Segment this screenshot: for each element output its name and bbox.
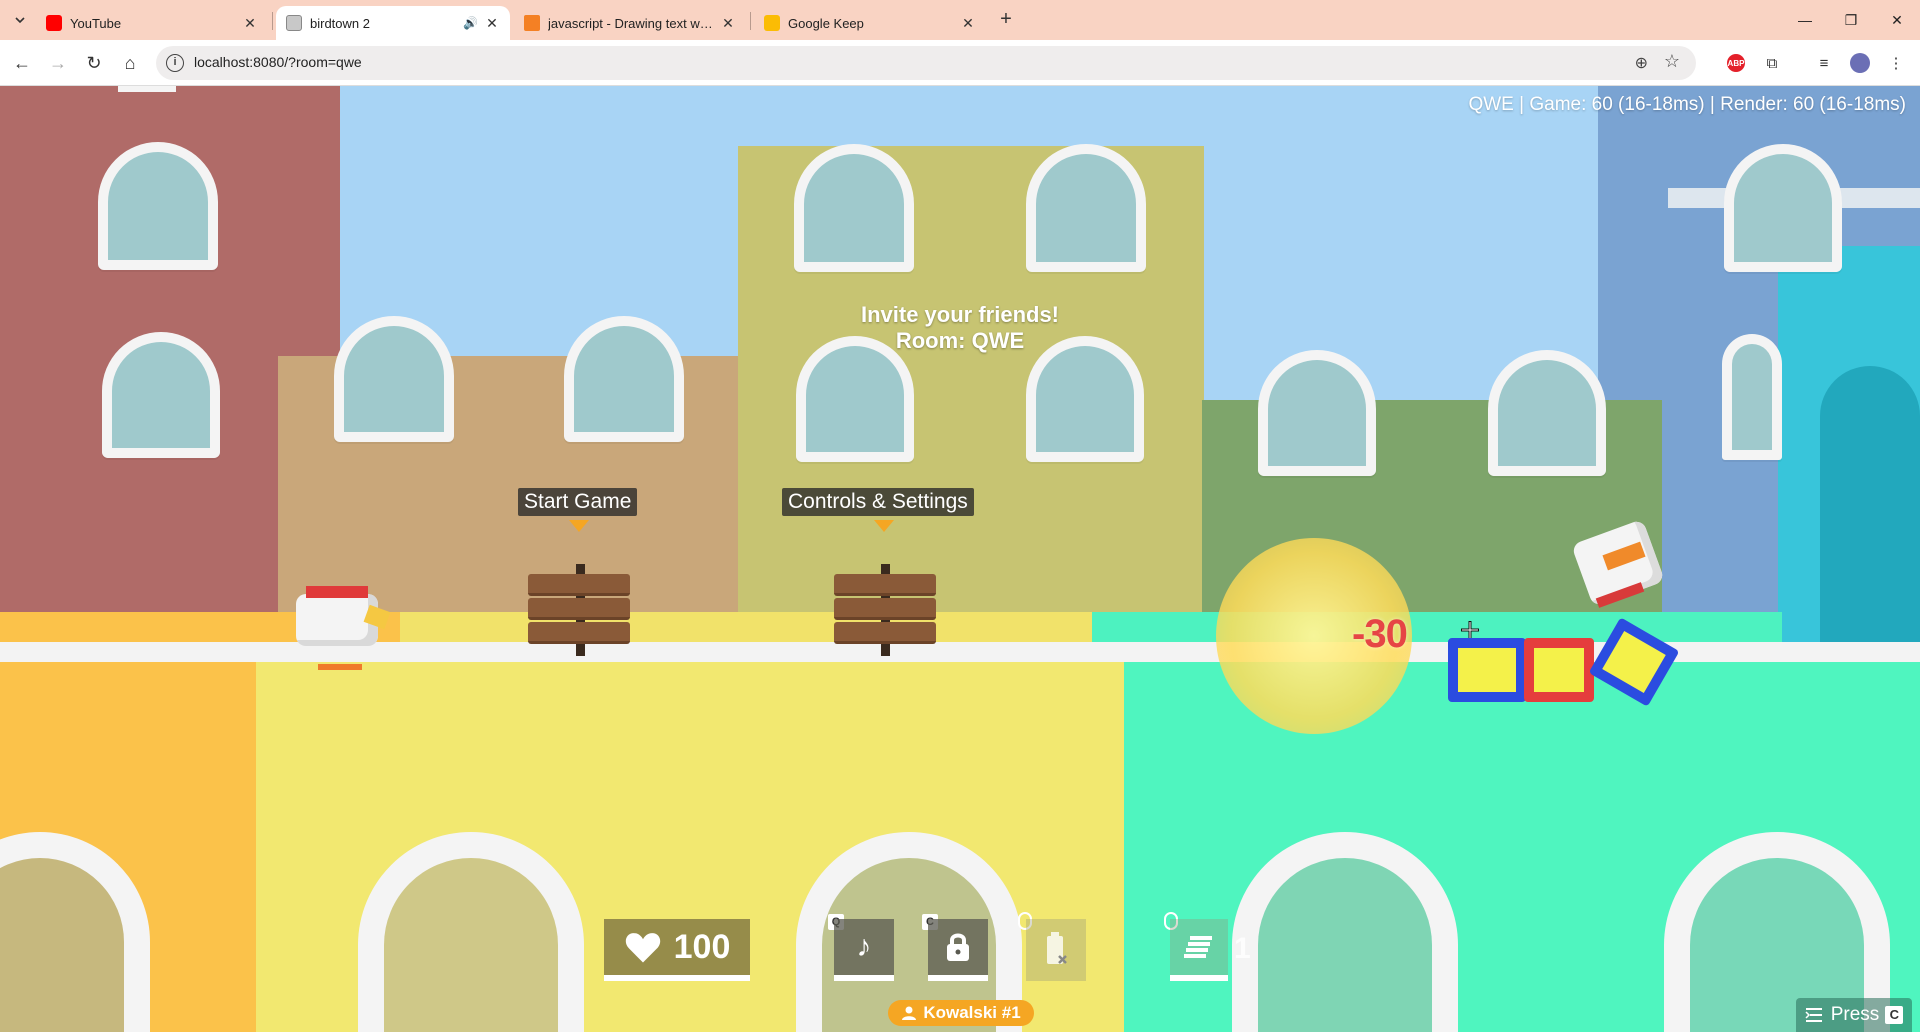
player-name-tag: Kowalski #1 bbox=[888, 1000, 1034, 1026]
tab-search-button[interactable] bbox=[8, 8, 32, 32]
tab-title: YouTube bbox=[70, 15, 122, 31]
battery-slot bbox=[1026, 919, 1086, 981]
close-icon[interactable]: ✕ bbox=[720, 15, 736, 31]
tab-stackoverflow[interactable]: javascript - Drawing text with a ✕ bbox=[514, 6, 746, 40]
crosshair-icon bbox=[1460, 620, 1480, 640]
zoom-icon[interactable]: ⊕ bbox=[1635, 53, 1648, 73]
damage-number: -30 bbox=[1352, 612, 1408, 656]
heart-icon bbox=[625, 933, 660, 963]
url-text: localhost:8080/?room=qwe bbox=[194, 54, 362, 70]
bookmark-star-icon[interactable]: ☆ bbox=[1664, 51, 1680, 72]
player-bird-feet bbox=[318, 664, 362, 670]
arrow-down-icon bbox=[569, 520, 589, 532]
profile-avatar[interactable] bbox=[1848, 51, 1872, 75]
chevron-down-icon bbox=[15, 17, 25, 24]
game-canvas[interactable]: Invite your friends! Room: QWE Start Gam… bbox=[0, 86, 1920, 1032]
platform-teal bbox=[1092, 612, 1782, 642]
health-value: 100 bbox=[673, 927, 731, 966]
tab-strip: YouTube ✕ birdtown 2 🔊 ✕ javascript - Dr… bbox=[0, 0, 1920, 40]
start-game-sign[interactable] bbox=[528, 622, 630, 644]
start-game-label: Start Game bbox=[518, 488, 638, 516]
window bbox=[98, 142, 218, 270]
controls-settings-label: Controls & Settings bbox=[782, 488, 974, 516]
close-icon[interactable]: ✕ bbox=[484, 15, 500, 31]
weapon-slot bbox=[1170, 919, 1228, 981]
stackoverflow-icon bbox=[524, 15, 540, 31]
start-game-sign[interactable] bbox=[528, 574, 630, 596]
address-bar[interactable]: i localhost:8080/?room=qwe ⊕ ☆ bbox=[156, 46, 1696, 80]
user-icon bbox=[902, 1006, 917, 1020]
menu-kebab-icon[interactable]: ⋮ bbox=[1884, 51, 1908, 75]
media-controls-icon[interactable]: ≡ bbox=[1812, 51, 1836, 75]
window bbox=[1258, 350, 1376, 476]
player-bird-crest bbox=[306, 586, 368, 598]
invite-line-1: Invite your friends! bbox=[860, 302, 1060, 327]
building-cyan-arch bbox=[1820, 366, 1920, 666]
window bbox=[1026, 144, 1146, 272]
window bbox=[1026, 336, 1144, 462]
browser-toolbar: ← → ↻ ⌂ i localhost:8080/?room=qwe ⊕ ☆ A… bbox=[0, 40, 1920, 86]
forward-button[interactable]: → bbox=[44, 49, 72, 77]
window bbox=[564, 316, 684, 442]
window bbox=[334, 316, 454, 442]
birdtown-icon bbox=[286, 15, 302, 31]
minimize-button[interactable]: — bbox=[1782, 0, 1828, 40]
speaker-icon[interactable]: 🔊 bbox=[463, 16, 478, 30]
lock-icon bbox=[947, 933, 969, 961]
tab-birdtown[interactable]: birdtown 2 🔊 ✕ bbox=[276, 6, 510, 40]
fps-stats: QWE | Game: 60 (16-18ms) | Render: 60 (1… bbox=[1468, 94, 1906, 115]
reload-button[interactable]: ↻ bbox=[80, 49, 108, 77]
back-button[interactable]: ← bbox=[8, 49, 36, 77]
controls-settings-sign[interactable] bbox=[834, 574, 936, 596]
crate-red bbox=[1524, 638, 1594, 702]
window bbox=[794, 144, 914, 272]
window bbox=[796, 336, 914, 462]
tab-separator bbox=[272, 12, 273, 30]
press-label: Press bbox=[1830, 1004, 1880, 1025]
arrow-down-icon bbox=[874, 520, 894, 532]
close-icon[interactable]: ✕ bbox=[242, 15, 258, 31]
press-key: C bbox=[1885, 1006, 1904, 1024]
controls-settings-sign[interactable] bbox=[834, 622, 936, 644]
pointer-lock-button[interactable] bbox=[928, 919, 988, 981]
music-toggle-button[interactable]: ♪ bbox=[834, 919, 894, 981]
extensions-icon[interactable]: ⧉ bbox=[1760, 51, 1784, 75]
window bbox=[102, 332, 220, 458]
platform-yellow bbox=[400, 612, 1092, 642]
home-button[interactable]: ⌂ bbox=[116, 49, 144, 77]
google-keep-icon bbox=[764, 15, 780, 31]
site-info-icon[interactable]: i bbox=[166, 54, 184, 72]
building-ledge bbox=[118, 86, 176, 92]
tab-title: Google Keep bbox=[788, 15, 864, 31]
music-note-icon: ♪ bbox=[856, 930, 872, 963]
invite-text: Invite your friends! Room: QWE bbox=[820, 302, 1100, 354]
window bbox=[1724, 144, 1842, 272]
tab-google-keep[interactable]: Google Keep ✕ bbox=[754, 6, 986, 40]
health-display: 100 bbox=[604, 919, 750, 981]
close-window-button[interactable]: ✕ bbox=[1874, 0, 1920, 40]
ammo-icon bbox=[1184, 936, 1212, 958]
window bbox=[1488, 350, 1606, 476]
tab-separator bbox=[750, 12, 751, 30]
chat-hint[interactable]: Press C bbox=[1796, 998, 1912, 1032]
window bbox=[1722, 334, 1782, 460]
tab-title: birdtown 2 bbox=[310, 15, 370, 31]
chat-lines-icon bbox=[1805, 1008, 1822, 1022]
close-icon[interactable]: ✕ bbox=[960, 15, 976, 31]
youtube-icon bbox=[46, 15, 62, 31]
tab-title: javascript - Drawing text with a bbox=[548, 15, 714, 31]
start-game-sign[interactable] bbox=[528, 598, 630, 620]
room-code: Room: QWE bbox=[895, 328, 1025, 353]
empty-battery-icon bbox=[1047, 932, 1067, 964]
tab-youtube[interactable]: YouTube ✕ bbox=[36, 6, 268, 40]
player-name: Kowalski #1 bbox=[923, 1003, 1021, 1022]
crate-blue bbox=[1448, 638, 1526, 702]
adblock-icon[interactable]: ABP bbox=[1724, 51, 1748, 75]
ammo-count: 1 bbox=[1234, 932, 1251, 965]
restore-button[interactable]: ❐ bbox=[1828, 0, 1874, 40]
controls-settings-sign[interactable] bbox=[834, 598, 936, 620]
new-tab-button[interactable]: + bbox=[994, 8, 1018, 32]
